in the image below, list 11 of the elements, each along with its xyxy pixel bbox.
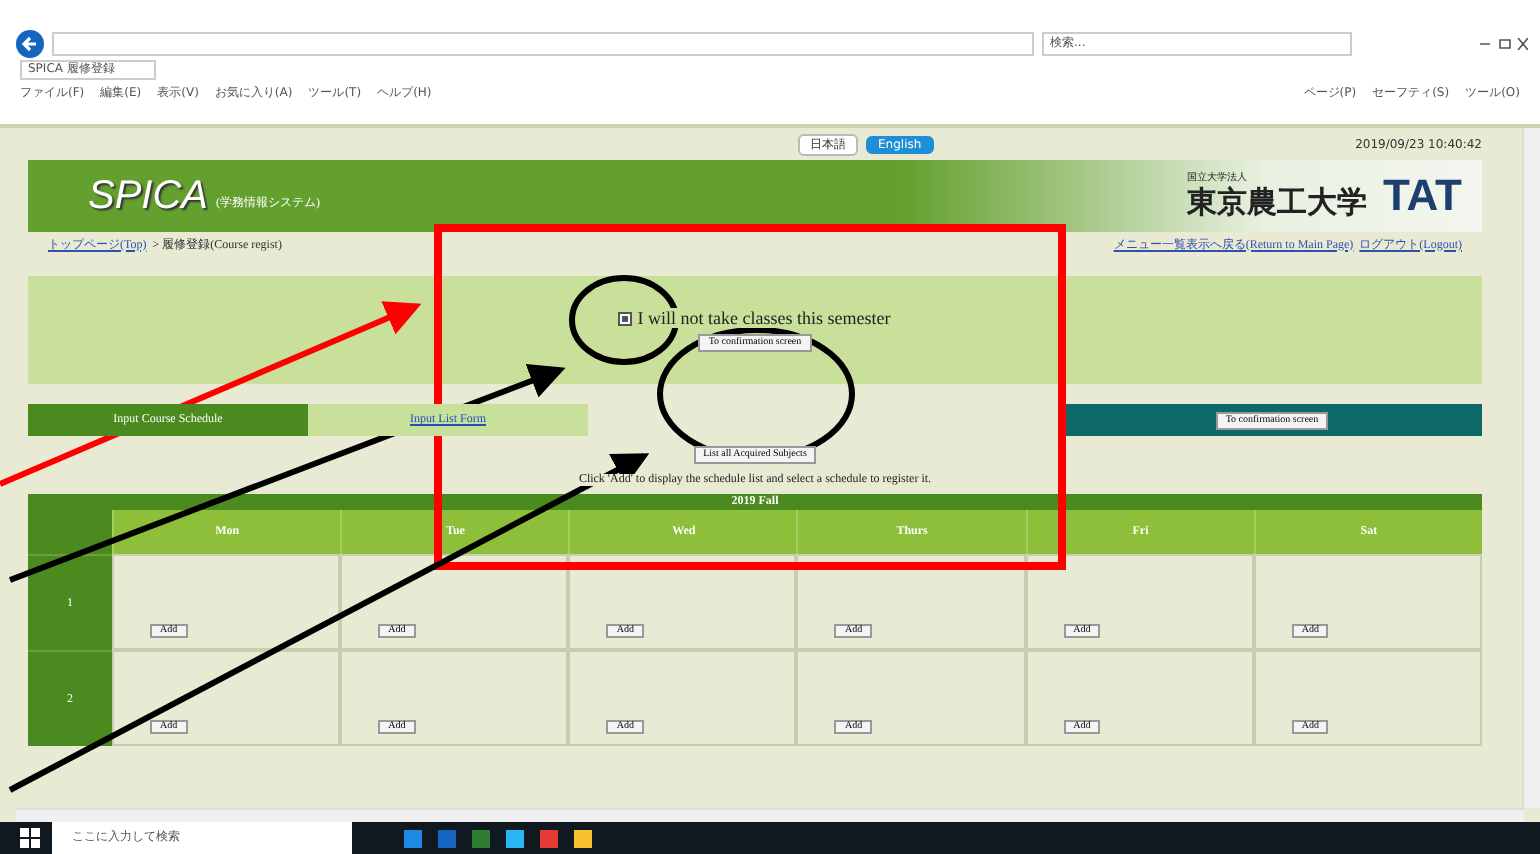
university-logo: TAT [1383,170,1462,222]
app-logo: SPICA [88,173,209,219]
university-name: 東京農工大学 [1187,184,1367,222]
address-field[interactable] [52,32,1034,56]
table-corner-cell [28,510,112,554]
checkbox[interactable] [617,311,632,325]
vertical-scrollbar[interactable] [1522,128,1540,808]
back-button[interactable] [16,30,44,58]
windows-icon[interactable] [20,828,40,848]
window-controls-icon[interactable] [1480,38,1528,50]
checkbox-label: I will not take classes this semester [635,308,893,328]
